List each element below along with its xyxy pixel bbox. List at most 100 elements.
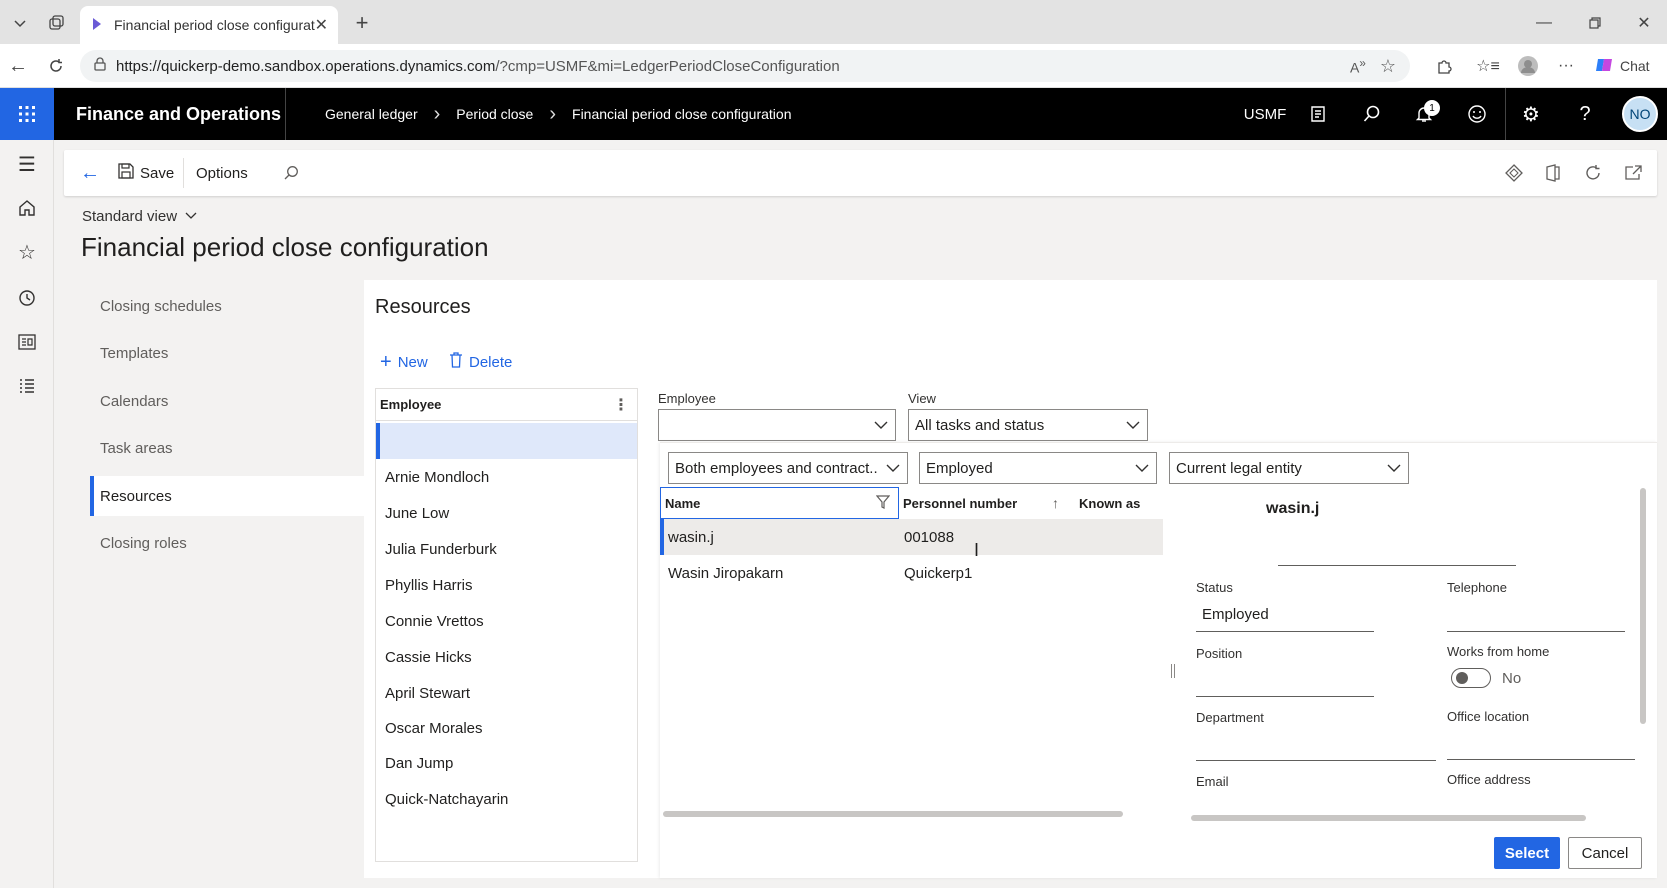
grid-horizontal-scrollbar[interactable]: [663, 811, 1123, 817]
favorites-star-icon[interactable]: ☆: [0, 230, 54, 274]
detail-vertical-scrollbar[interactable]: [1640, 488, 1646, 724]
back-arrow-icon[interactable]: ←: [76, 150, 104, 196]
dashboard-switch-icon[interactable]: [1300, 88, 1336, 140]
user-avatar[interactable]: NO: [1622, 96, 1658, 132]
table-cell-personnel[interactable]: 001088: [904, 519, 954, 555]
list-item[interactable]: June Low: [385, 495, 625, 531]
app-launcher-icon[interactable]: [0, 88, 54, 140]
chevron-down-icon[interactable]: [1380, 463, 1408, 473]
legal-entity-filter[interactable]: Current legal entity: [1169, 452, 1409, 484]
address-bar[interactable]: https://quickerp-demo.sandbox.operations…: [80, 50, 1410, 82]
splitter-handle[interactable]: [1171, 664, 1175, 678]
search-icon[interactable]: [1354, 88, 1390, 140]
grid-header-employee[interactable]: Employee ⋮: [376, 389, 637, 421]
tab-templates[interactable]: Templates: [90, 333, 364, 373]
chevron-down-icon[interactable]: [879, 463, 907, 473]
delete-button[interactable]: Delete: [449, 350, 512, 374]
breadcrumb: General ledger › Period close › Financia…: [325, 88, 791, 140]
text-cursor-icon: I: [974, 539, 980, 560]
workspaces-icon[interactable]: [42, 10, 70, 36]
list-item[interactable]: Arnie Mondloch: [385, 459, 625, 495]
url-path: /?cmp=USMF&mi=LedgerPeriodCloseConfigura…: [495, 57, 840, 75]
view-combobox[interactable]: All tasks and status: [908, 409, 1148, 441]
more-options-icon[interactable]: ···: [1552, 52, 1580, 80]
cancel-button[interactable]: Cancel: [1568, 837, 1642, 869]
new-tab-icon[interactable]: +: [348, 10, 376, 36]
tab-closing-roles[interactable]: Closing roles: [90, 523, 364, 563]
list-item[interactable]: Oscar Morales: [385, 710, 625, 746]
table-cell-personnel[interactable]: Quickerp1: [904, 555, 972, 591]
profile-avatar-icon[interactable]: [1514, 52, 1542, 80]
options-tab[interactable]: Options: [196, 150, 248, 196]
office-address-label: Office address: [1447, 772, 1531, 787]
new-button[interactable]: + New: [380, 350, 428, 374]
list-item[interactable]: April Stewart: [385, 675, 625, 711]
employee-combobox[interactable]: [658, 409, 896, 441]
employment-status-filter[interactable]: Employed: [919, 452, 1157, 484]
favorite-star-icon[interactable]: ☆: [1380, 56, 1396, 77]
column-options-icon[interactable]: ⋮: [613, 395, 629, 415]
favorites-icon[interactable]: ☆≡: [1474, 52, 1502, 80]
power-apps-icon[interactable]: [1502, 150, 1526, 196]
breadcrumb-period-close[interactable]: Period close: [456, 106, 533, 122]
recent-clock-icon[interactable]: [0, 276, 54, 320]
open-new-window-icon[interactable]: [1621, 150, 1645, 196]
settings-gear-icon[interactable]: ⚙: [1513, 88, 1549, 140]
grid-row-new-empty[interactable]: [376, 423, 637, 459]
app-title[interactable]: Finance and Operations: [76, 88, 281, 140]
select-button[interactable]: Select: [1494, 837, 1560, 869]
column-header-personnel-number[interactable]: Personnel number ↑: [903, 487, 1065, 519]
column-header-known-as[interactable]: Known as: [1079, 487, 1163, 519]
works-from-home-label: Works from home: [1447, 644, 1550, 659]
list-item[interactable]: Dan Jump: [385, 745, 625, 781]
refresh-page-icon[interactable]: [1581, 150, 1605, 196]
feedback-smiley-icon[interactable]: [1459, 88, 1495, 140]
tab-closing-schedules[interactable]: Closing schedules: [90, 286, 364, 326]
delete-label: Delete: [469, 353, 513, 371]
chevron-down-icon[interactable]: [1128, 463, 1156, 473]
view-selector[interactable]: Standard view: [82, 208, 197, 225]
company-picker[interactable]: USMF: [1240, 88, 1290, 140]
extensions-icon[interactable]: [1430, 52, 1458, 80]
tab-actions-icon[interactable]: [6, 10, 34, 36]
chevron-down-icon[interactable]: [1119, 420, 1147, 430]
restore-icon[interactable]: [1581, 10, 1609, 36]
browser-tab-active[interactable]: Financial period close configuratio ✕: [80, 6, 338, 44]
help-icon[interactable]: ?: [1567, 88, 1603, 140]
list-item[interactable]: Julia Funderburk: [385, 531, 625, 567]
action-search-icon[interactable]: [280, 150, 302, 196]
tab-resources[interactable]: Resources: [90, 476, 364, 516]
telephone-label: Telephone: [1447, 580, 1507, 595]
detail-horizontal-scrollbar[interactable]: [1191, 815, 1586, 821]
breadcrumb-current-page[interactable]: Financial period close configuration: [572, 106, 791, 122]
copilot-chat-button[interactable]: Chat: [1594, 52, 1664, 80]
close-tab-icon[interactable]: ✕: [315, 15, 328, 35]
chevron-down-icon[interactable]: [867, 420, 895, 430]
tab-task-areas[interactable]: Task areas: [90, 428, 364, 468]
modules-list-icon[interactable]: [0, 364, 54, 408]
tab-calendars[interactable]: Calendars: [90, 381, 364, 421]
minimize-icon[interactable]: —: [1530, 10, 1558, 36]
read-aloud-icon[interactable]: A»: [1350, 57, 1366, 76]
table-cell-name[interactable]: wasin.j: [668, 519, 714, 555]
employment-status-filter-value: Employed: [926, 459, 993, 477]
list-item[interactable]: Quick-Natchayarin: [385, 781, 625, 817]
hamburger-menu-icon[interactable]: ☰: [0, 142, 54, 186]
list-item[interactable]: Cassie Hicks: [385, 639, 625, 675]
back-icon[interactable]: ←: [4, 52, 32, 80]
table-cell-name[interactable]: Wasin Jiropakarn: [668, 555, 783, 591]
browser-tab-title: Financial period close configuratio: [114, 17, 315, 33]
worker-type-filter[interactable]: Both employees and contract...: [668, 452, 908, 484]
save-button[interactable]: Save: [118, 150, 174, 196]
action-pane: [64, 150, 1657, 196]
column-header-name[interactable]: Name: [660, 487, 899, 519]
list-item[interactable]: Connie Vrettos: [385, 603, 625, 639]
close-window-icon[interactable]: ✕: [1630, 10, 1658, 36]
home-icon[interactable]: [0, 186, 54, 230]
breadcrumb-general-ledger[interactable]: General ledger: [325, 106, 418, 122]
list-item[interactable]: Phyllis Harris: [385, 567, 625, 603]
office-icon[interactable]: [1541, 150, 1565, 196]
refresh-icon[interactable]: [42, 52, 70, 80]
filter-icon[interactable]: [875, 494, 891, 512]
workspaces-icon[interactable]: [0, 320, 54, 364]
